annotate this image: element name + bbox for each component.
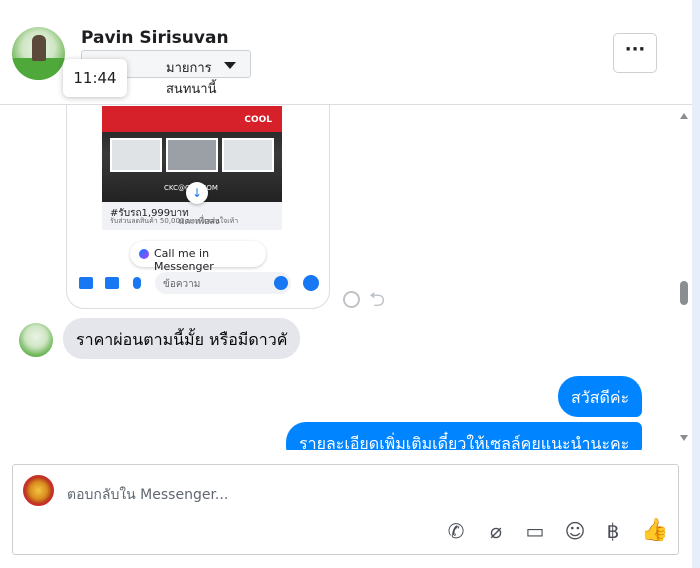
ad-banner-text: COOL [244,115,272,125]
message-thread: COOL CKC@CAR.COM #รับรถ1,999บาท รับส่วนล… [0,105,676,450]
messenger-icon [139,249,149,259]
reply-icon[interactable]: ⮌ [369,289,385,309]
car-photo [222,138,274,172]
car-photo [166,138,218,172]
download-icon[interactable]: ↓ [186,182,208,204]
timestamp-tooltip: 11:44 [63,59,127,97]
incoming-message[interactable]: ราคาผ่อนตามนี้มั้ย หรือมีดาวคั [63,318,301,359]
shared-ad-card[interactable]: COOL CKC@CAR.COM #รับรถ1,999บาท รับส่วนล… [66,105,330,309]
reply-composer: ตอบกลับใน Messenger... ✆ ⌀ ▭ ☺ ฿ 👍 [12,464,679,555]
microphone-icon [133,277,141,289]
saved-reply-icon[interactable]: ▭ [522,520,548,542]
page-avatar [23,475,54,506]
attachment-icon[interactable]: ⌀ [483,520,509,542]
call-add-icon[interactable]: ✆ [443,520,469,542]
contact-avatar[interactable] [12,27,65,80]
camera-icon [79,277,93,289]
conversation-header: Pavin Sirisuvan มายการสนทนานี้ 11:44 ··· [0,0,692,105]
car-photo [110,138,162,172]
scroll-up-icon[interactable] [680,113,688,119]
scroll-down-icon[interactable] [680,435,688,441]
thread-scrollbar[interactable] [676,105,692,450]
avatar-plants [12,58,65,80]
window-edge [692,0,700,568]
tap-to-send-label: แตะเพื่อส่ง [178,217,220,227]
like-icon[interactable]: 👍 [641,518,668,543]
reply-input[interactable]: ตอบกลับใน Messenger... [67,484,228,506]
preview-composer: ข้อความ [67,266,329,300]
contact-name[interactable]: Pavin Sirisuvan [81,28,229,48]
chevron-down-icon [224,62,236,69]
preview-input: ข้อความ [155,272,291,294]
image-icon [105,277,119,289]
react-smile-icon[interactable] [343,291,360,308]
baht-icon[interactable]: ฿ [600,520,626,542]
outgoing-message[interactable]: สวัสดีค่ะ [558,376,643,417]
more-options-button[interactable]: ··· [613,33,657,73]
dropdown-label: มายการสนทนานี้ [166,61,217,97]
emoji-icon [274,276,288,290]
call-me-in-messenger-button[interactable]: Call me in Messenger [130,241,266,273]
emoji-icon[interactable]: ☺ [562,520,588,542]
avatar-person [32,35,46,61]
contact-avatar-small [19,323,53,357]
menu-icon [303,275,319,291]
outgoing-message[interactable]: รายละเอียดเพิ่มเติมเดี๋ยวให้เซลล์คุยแนะน… [286,422,643,450]
scroll-thumb[interactable] [680,281,688,305]
